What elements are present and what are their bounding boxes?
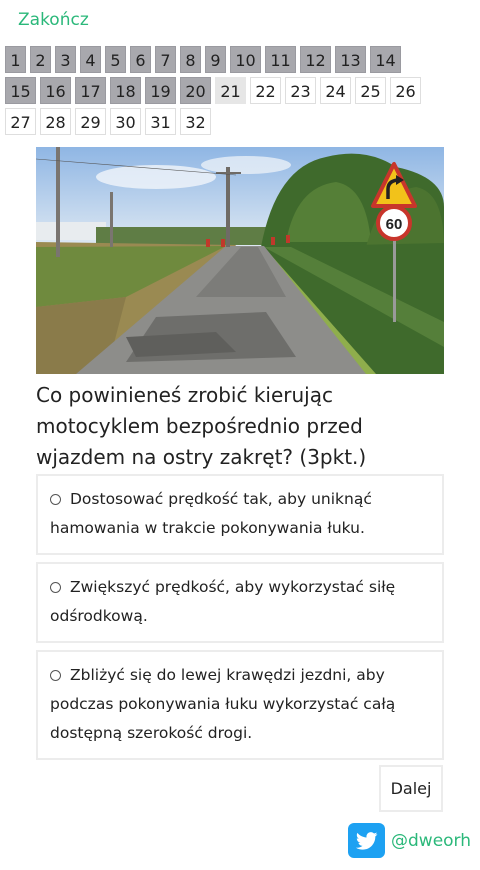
twitter-handle: @dweorh xyxy=(391,830,472,851)
nav-question-2[interactable]: 2 xyxy=(30,46,51,73)
nav-question-27[interactable]: 27 xyxy=(5,108,36,135)
next-button[interactable]: Dalej xyxy=(379,765,443,812)
nav-question-14[interactable]: 14 xyxy=(370,46,401,73)
nav-question-24[interactable]: 24 xyxy=(320,77,351,104)
nav-row: 15 16 17 18 19 20 21 22 23 24 25 26 xyxy=(5,77,475,104)
twitter-icon xyxy=(348,823,385,858)
radio-button[interactable] xyxy=(50,494,61,505)
nav-question-10[interactable]: 10 xyxy=(230,46,261,73)
nav-question-3[interactable]: 3 xyxy=(55,46,76,73)
answer-option-3[interactable]: Zbliżyć się do lewej krawędzi jezdni, ab… xyxy=(36,650,444,760)
answer-option-1[interactable]: Dostosować prędkość tak, aby uniknąć ham… xyxy=(36,474,444,555)
finish-link[interactable]: Zakończ xyxy=(18,10,89,30)
twitter-link[interactable]: @dweorh xyxy=(348,823,471,858)
nav-question-19[interactable]: 19 xyxy=(145,77,176,104)
nav-row: 1 2 3 4 5 6 7 8 9 10 11 12 13 14 xyxy=(5,46,475,73)
question-navigation: 1 2 3 4 5 6 7 8 9 10 11 12 13 14 15 16 17 18 19 20 21 22 23 24… xyxy=(5,46,475,139)
nav-question-7[interactable]: 7 xyxy=(155,46,176,73)
nav-question-9[interactable]: 9 xyxy=(205,46,226,73)
nav-question-25[interactable]: 25 xyxy=(355,77,386,104)
nav-question-17[interactable]: 17 xyxy=(75,77,106,104)
question-image: 60 xyxy=(36,147,444,374)
nav-question-32[interactable]: 32 xyxy=(180,108,211,135)
nav-question-26[interactable]: 26 xyxy=(390,77,421,104)
answer-option-2[interactable]: Zwiększyć prędkość, aby wykorzystać siłę… xyxy=(36,562,444,643)
question-text: Co powinieneś zrobić kierując motocyklem… xyxy=(36,383,367,469)
nav-row: 27 28 29 30 31 32 xyxy=(5,108,475,135)
nav-question-21[interactable]: 21 xyxy=(215,77,246,104)
nav-question-6[interactable]: 6 xyxy=(130,46,151,73)
speed-limit-text: 60 xyxy=(386,216,403,233)
nav-question-4[interactable]: 4 xyxy=(80,46,101,73)
nav-question-30[interactable]: 30 xyxy=(110,108,141,135)
nav-question-13[interactable]: 13 xyxy=(335,46,366,73)
answer-text: Zbliżyć się do lewej krawędzi jezdni, ab… xyxy=(50,666,396,742)
nav-question-15[interactable]: 15 xyxy=(5,77,36,104)
nav-question-20[interactable]: 20 xyxy=(180,77,211,104)
nav-question-12[interactable]: 12 xyxy=(300,46,331,73)
nav-question-1[interactable]: 1 xyxy=(5,46,26,73)
nav-question-29[interactable]: 29 xyxy=(75,108,106,135)
nav-question-11[interactable]: 11 xyxy=(265,46,296,73)
nav-question-8[interactable]: 8 xyxy=(180,46,201,73)
nav-question-18[interactable]: 18 xyxy=(110,77,141,104)
nav-question-5[interactable]: 5 xyxy=(105,46,126,73)
answer-text: Zwiększyć prędkość, aby wykorzystać siłę… xyxy=(50,578,396,625)
answer-text: Dostosować prędkość tak, aby uniknąć ham… xyxy=(50,490,372,537)
nav-question-16[interactable]: 16 xyxy=(40,77,71,104)
nav-question-22[interactable]: 22 xyxy=(250,77,281,104)
nav-question-23[interactable]: 23 xyxy=(285,77,316,104)
nav-question-28[interactable]: 28 xyxy=(40,108,71,135)
radio-button[interactable] xyxy=(50,582,61,593)
nav-question-31[interactable]: 31 xyxy=(145,108,176,135)
radio-button[interactable] xyxy=(50,670,61,681)
